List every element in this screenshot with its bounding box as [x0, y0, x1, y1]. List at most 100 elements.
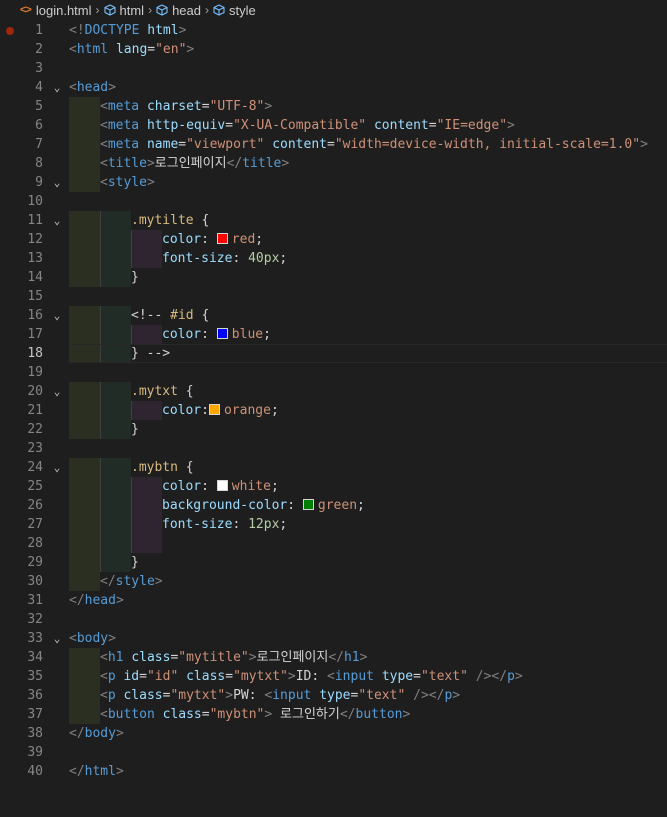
code-line[interactable]: 13 font-size: 40px;	[0, 249, 667, 268]
code-token: color	[162, 232, 202, 247]
code-line[interactable]: 1 <!DOCTYPE html>	[0, 21, 667, 40]
code-token: DOCTYPE	[84, 23, 148, 38]
code-line[interactable]: 10	[0, 192, 667, 211]
code-line[interactable]: 19	[0, 363, 667, 382]
fold-chevron-icon[interactable]: ⌄	[51, 629, 63, 648]
indent-highlight	[100, 553, 131, 572]
code-line[interactable]: 26 background-color: green;	[0, 496, 667, 515]
code-text: <h1 class="mytitle">로그인페이지</h1>	[100, 648, 367, 667]
color-swatch[interactable]	[302, 499, 314, 510]
code-token: p	[107, 669, 124, 684]
indent-guide	[100, 401, 101, 420]
code-line[interactable]: 4 ⌄ <head>	[0, 78, 667, 97]
indent-guide	[100, 249, 101, 268]
fold-chevron-icon[interactable]: ⌄	[51, 173, 63, 192]
code-line[interactable]: 2 <html lang="en">	[0, 40, 667, 59]
symbol-cube-icon	[103, 4, 116, 16]
color-swatch[interactable]	[216, 328, 228, 339]
code-line[interactable]: 20 ⌄ .mytxt {	[0, 382, 667, 401]
code-line[interactable]: 25 color: white;	[0, 477, 667, 496]
code-token: class	[162, 707, 202, 722]
breadcrumb-file-label: login.html	[35, 2, 92, 18]
code-token: >	[640, 137, 648, 152]
code-line[interactable]: 27 font-size: 12px;	[0, 515, 667, 534]
code-token: input	[272, 688, 320, 703]
code-text: } -->	[131, 344, 170, 363]
line-number: 10	[27, 194, 43, 209]
code-token: ;	[263, 327, 271, 342]
code-token: </	[100, 574, 116, 589]
code-token: color	[162, 403, 202, 418]
code-line[interactable]: 30 </style>	[0, 572, 667, 591]
code-line[interactable]: 36 <p class="mytxt">PW: <input type="text…	[0, 686, 667, 705]
code-line[interactable]: 28	[0, 534, 667, 553]
line-number: 7	[35, 137, 43, 152]
code-token: >	[507, 118, 515, 133]
code-text: </style>	[100, 572, 163, 591]
code-text: color: orange;	[162, 401, 279, 420]
code-token: ;	[357, 498, 365, 513]
code-line[interactable]: 7 <meta name="viewport" content="width=de…	[0, 135, 667, 154]
code-line[interactable]: 39	[0, 743, 667, 762]
fold-chevron-icon[interactable]: ⌄	[51, 458, 63, 477]
code-line[interactable]: 33 ⌄ <body>	[0, 629, 667, 648]
code-line[interactable]: 23	[0, 439, 667, 458]
code-line[interactable]: 35 <p id="id" class="mytxt">ID: <input ty…	[0, 667, 667, 686]
code-line[interactable]: 16 ⌄ <!-- #id {	[0, 306, 667, 325]
code-token: charset	[146, 99, 202, 114]
code-line[interactable]: 15	[0, 287, 667, 306]
fold-chevron-icon[interactable]: ⌄	[51, 211, 63, 230]
indent-guide	[131, 477, 132, 496]
breadcrumb-file[interactable]: <> login.html	[20, 3, 92, 18]
code-line[interactable]: 8 <title>로그인페이지</title>	[0, 154, 667, 173]
code-line[interactable]: 31 </head>	[0, 591, 667, 610]
code-line[interactable]: 40 </html>	[0, 762, 667, 781]
code-line[interactable]: 29}	[0, 553, 667, 572]
breadcrumb-item-head[interactable]: head	[156, 3, 201, 18]
color-swatch[interactable]	[216, 233, 228, 244]
code-token: <	[100, 175, 108, 190]
code-token: <	[69, 631, 77, 646]
code-line[interactable]: 18} -->	[0, 344, 667, 363]
indent-guide	[131, 496, 132, 515]
code-line[interactable]: 12 color: red;	[0, 230, 667, 249]
code-line[interactable]: 5 <meta charset="UTF-8">	[0, 97, 667, 116]
code-line[interactable]: 24 ⌄ .mybtn {	[0, 458, 667, 477]
code-line[interactable]: 14}	[0, 268, 667, 287]
code-editor[interactable]: 1 <!DOCTYPE html> 2 <html lang="en"> 3 4 ⌄ <hea…	[0, 21, 667, 817]
indent-guide	[100, 211, 101, 230]
indent-guide	[131, 401, 132, 420]
code-line[interactable]: 11 ⌄ .mytilte {	[0, 211, 667, 230]
code-line[interactable]: 21 color: orange;	[0, 401, 667, 420]
code-line[interactable]: 3	[0, 59, 667, 78]
indent-highlight	[69, 458, 100, 477]
code-line[interactable]: 22}	[0, 420, 667, 439]
code-token: body	[84, 726, 116, 741]
breadcrumb: <> login.html › html › head › style	[0, 0, 667, 20]
code-line[interactable]: 38 </body>	[0, 724, 667, 743]
code-token: "mytxt"	[170, 688, 226, 703]
code-text: </head>	[69, 591, 124, 610]
code-line[interactable]: 32	[0, 610, 667, 629]
code-line[interactable]: 34 <h1 class="mytitle">로그인페이지</h1>	[0, 648, 667, 667]
line-number: 17	[27, 327, 43, 342]
code-token: <	[100, 688, 108, 703]
code-token: =	[178, 137, 187, 152]
fold-chevron-icon[interactable]: ⌄	[51, 306, 63, 325]
code-line[interactable]: 6 <meta http-equiv="X-UA-Compatible" cont…	[0, 116, 667, 135]
indent-guide	[100, 420, 101, 439]
line-number: 31	[27, 593, 43, 608]
breadcrumb-item-style[interactable]: style	[213, 3, 256, 18]
line-number: 37	[27, 707, 43, 722]
color-swatch[interactable]	[216, 480, 228, 491]
fold-chevron-icon[interactable]: ⌄	[51, 382, 63, 401]
code-line[interactable]: 9 ⌄ <style>	[0, 173, 667, 192]
indent-highlight	[69, 211, 100, 230]
code-line[interactable]: 37 <button class="mybtn"> 로그인하기</button>	[0, 705, 667, 724]
breadcrumb-item-html[interactable]: html	[103, 3, 144, 18]
code-token: type	[319, 688, 351, 703]
color-swatch[interactable]	[208, 404, 220, 415]
fold-chevron-icon[interactable]: ⌄	[51, 78, 63, 97]
code-line[interactable]: 17 color: blue;	[0, 325, 667, 344]
symbol-cube-icon	[213, 4, 225, 16]
